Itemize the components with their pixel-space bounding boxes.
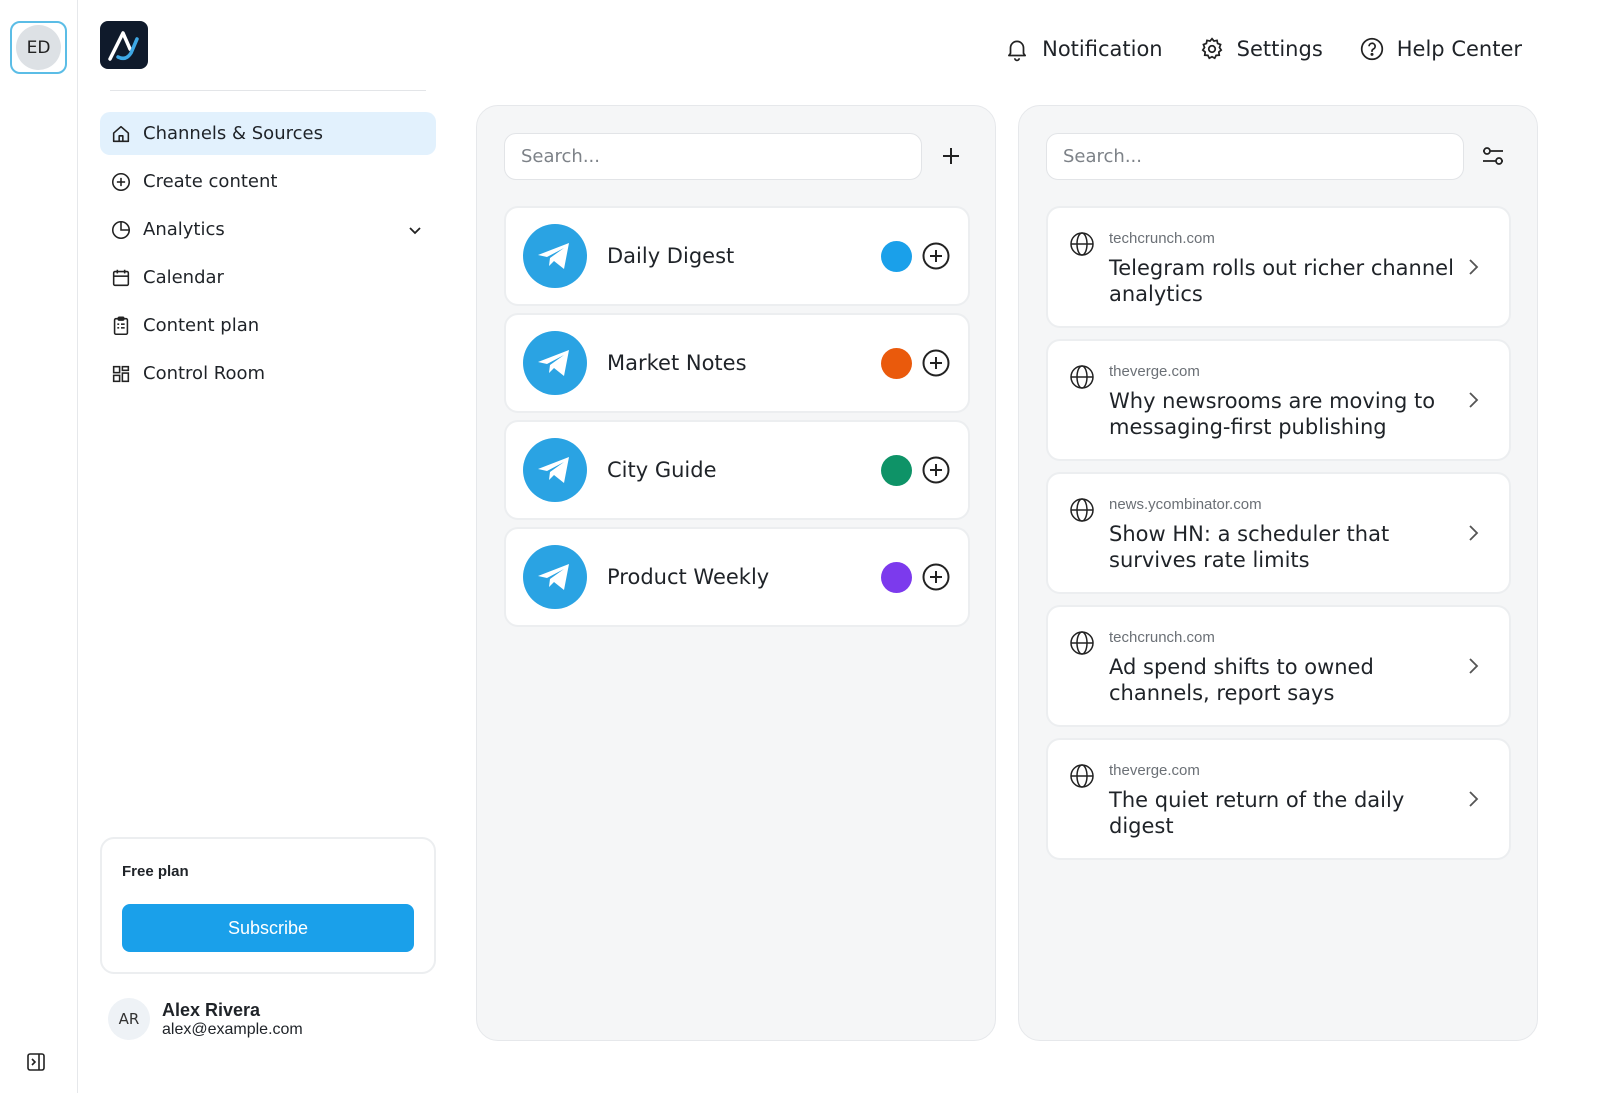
article-card[interactable]: theverge.com Why newsrooms are moving to… (1046, 339, 1511, 461)
article-headline: The quiet return of the daily digest (1109, 788, 1405, 838)
subscribe-button[interactable]: Subscribe (122, 904, 414, 952)
channel-name: Market Notes (607, 351, 747, 375)
article-headline: Ad spend shifts to owned channels, repor… (1109, 655, 1374, 705)
plus-circle-icon (111, 172, 131, 191)
sidebar-item-analytics[interactable]: Analytics (100, 208, 436, 251)
user-name: Alex Rivera (162, 999, 261, 1020)
notification-link[interactable]: Notification (1004, 36, 1163, 62)
sidebar: Channels & Sources Create content Analyt… (78, 0, 448, 1093)
chevron-down-icon[interactable] (406, 221, 424, 239)
gear-icon (1201, 37, 1222, 60)
sidebar-item-channels-sources[interactable]: Channels & Sources (100, 112, 436, 155)
channels-search-input[interactable] (504, 133, 922, 180)
sidebar-item-create-content[interactable]: Create content (100, 160, 436, 203)
globe-icon (1070, 365, 1094, 389)
settings-link[interactable]: Settings (1199, 36, 1323, 62)
channel-name: Daily Digest (607, 244, 735, 268)
sidebar-item-content-plan[interactable]: Content plan (100, 304, 436, 347)
article-headline: Why newsrooms are moving to messaging-fi… (1109, 389, 1436, 439)
article-card[interactable]: techcrunch.com Ad spend shifts to owned … (1046, 605, 1511, 727)
help-circle-icon (1360, 37, 1383, 61)
user-email: alex@example.com (162, 1020, 303, 1038)
chevron-right-icon (1469, 392, 1479, 408)
chevron-right-icon (1469, 791, 1479, 807)
channels-panel: Daily Digest Market Notes City Guide Pro… (476, 105, 996, 1041)
channel-card[interactable]: Product Weekly (504, 527, 970, 627)
sidebar-item-control-room[interactable]: Control Room (100, 352, 436, 395)
article-source: theverge.com (1109, 762, 1200, 779)
article-source: techcrunch.com (1109, 230, 1215, 247)
telegram-icon (523, 331, 587, 395)
calendar-icon (112, 269, 130, 286)
add-circle-icon[interactable] (921, 348, 951, 378)
dashboard-icon (112, 365, 130, 382)
filter-sliders-icon[interactable] (1480, 143, 1506, 169)
sidebar-item-calendar[interactable]: Calendar (100, 256, 436, 299)
app-logo[interactable] (100, 21, 148, 69)
add-channel-icon[interactable] (938, 143, 964, 169)
channel-color-dot[interactable] (881, 240, 912, 272)
workspace-switcher[interactable]: ED (10, 21, 67, 74)
article-source: techcrunch.com (1109, 629, 1215, 646)
channel-color-dot[interactable] (881, 454, 912, 486)
sidebar-collapse-icon[interactable] (26, 1052, 46, 1072)
channel-name: Product Weekly (607, 565, 770, 589)
telegram-icon (523, 545, 587, 609)
channel-name: City Guide (607, 458, 717, 482)
channel-card[interactable]: Market Notes (504, 313, 970, 413)
sidebar-item-label: Calendar (143, 267, 224, 288)
globe-icon (1070, 764, 1094, 788)
article-source: news.ycombinator.com (1109, 496, 1262, 513)
globe-icon (1070, 498, 1094, 522)
add-circle-icon[interactable] (921, 455, 951, 485)
article-card[interactable]: techcrunch.com Telegram rolls out richer… (1046, 206, 1511, 328)
sources-panel: techcrunch.com Telegram rolls out richer… (1018, 105, 1538, 1041)
logo-icon (108, 31, 139, 61)
sidebar-item-label: Analytics (143, 219, 225, 240)
sidebar-item-label: Control Room (143, 363, 266, 384)
bell-icon (1008, 40, 1027, 62)
chevron-right-icon (1469, 259, 1479, 275)
clipboard-icon (113, 316, 129, 335)
sidebar-divider (110, 90, 426, 91)
article-card[interactable]: news.ycombinator.com Show HN: a schedule… (1046, 472, 1511, 594)
sources-search-input[interactable] (1046, 133, 1464, 180)
user-profile[interactable]: AR Alex Rivera alex@example.com (108, 998, 303, 1040)
settings-label: Settings (1236, 37, 1323, 61)
telegram-icon (523, 224, 587, 288)
notification-label: Notification (1042, 37, 1163, 61)
workspace-avatar: ED (16, 25, 61, 70)
article-headline: Telegram rolls out richer channel analyt… (1109, 256, 1454, 306)
chevron-right-icon (1469, 525, 1479, 541)
plan-card: Free plan Subscribe (100, 837, 436, 974)
workspace-rail: ED (0, 0, 78, 1093)
pie-chart-icon (111, 220, 131, 239)
article-source: theverge.com (1109, 363, 1200, 380)
sidebar-item-label: Channels & Sources (143, 123, 323, 144)
channel-color-dot[interactable] (881, 347, 912, 379)
telegram-icon (523, 438, 587, 502)
help-center-label: Help Center (1396, 37, 1522, 61)
channel-card[interactable]: Daily Digest (504, 206, 970, 306)
article-headline: Show HN: a scheduler that survives rate … (1109, 522, 1390, 572)
sidebar-nav: Channels & Sources Create content Analyt… (100, 112, 436, 400)
globe-icon (1070, 232, 1094, 256)
channel-color-dot[interactable] (881, 561, 912, 593)
article-card[interactable]: theverge.com The quiet return of the dai… (1046, 738, 1511, 860)
help-center-link[interactable]: Help Center (1359, 36, 1522, 62)
add-circle-icon[interactable] (921, 241, 951, 271)
add-circle-icon[interactable] (921, 562, 951, 592)
chevron-right-icon (1469, 658, 1479, 674)
plan-title: Free plan (122, 863, 189, 880)
home-icon (112, 125, 130, 142)
avatar: AR (108, 998, 150, 1040)
header-nav: Notification Settings Help Center (1004, 36, 1522, 62)
globe-icon (1070, 631, 1094, 655)
sidebar-item-label: Create content (143, 171, 278, 192)
sidebar-item-label: Content plan (143, 315, 260, 336)
channel-card[interactable]: City Guide (504, 420, 970, 520)
